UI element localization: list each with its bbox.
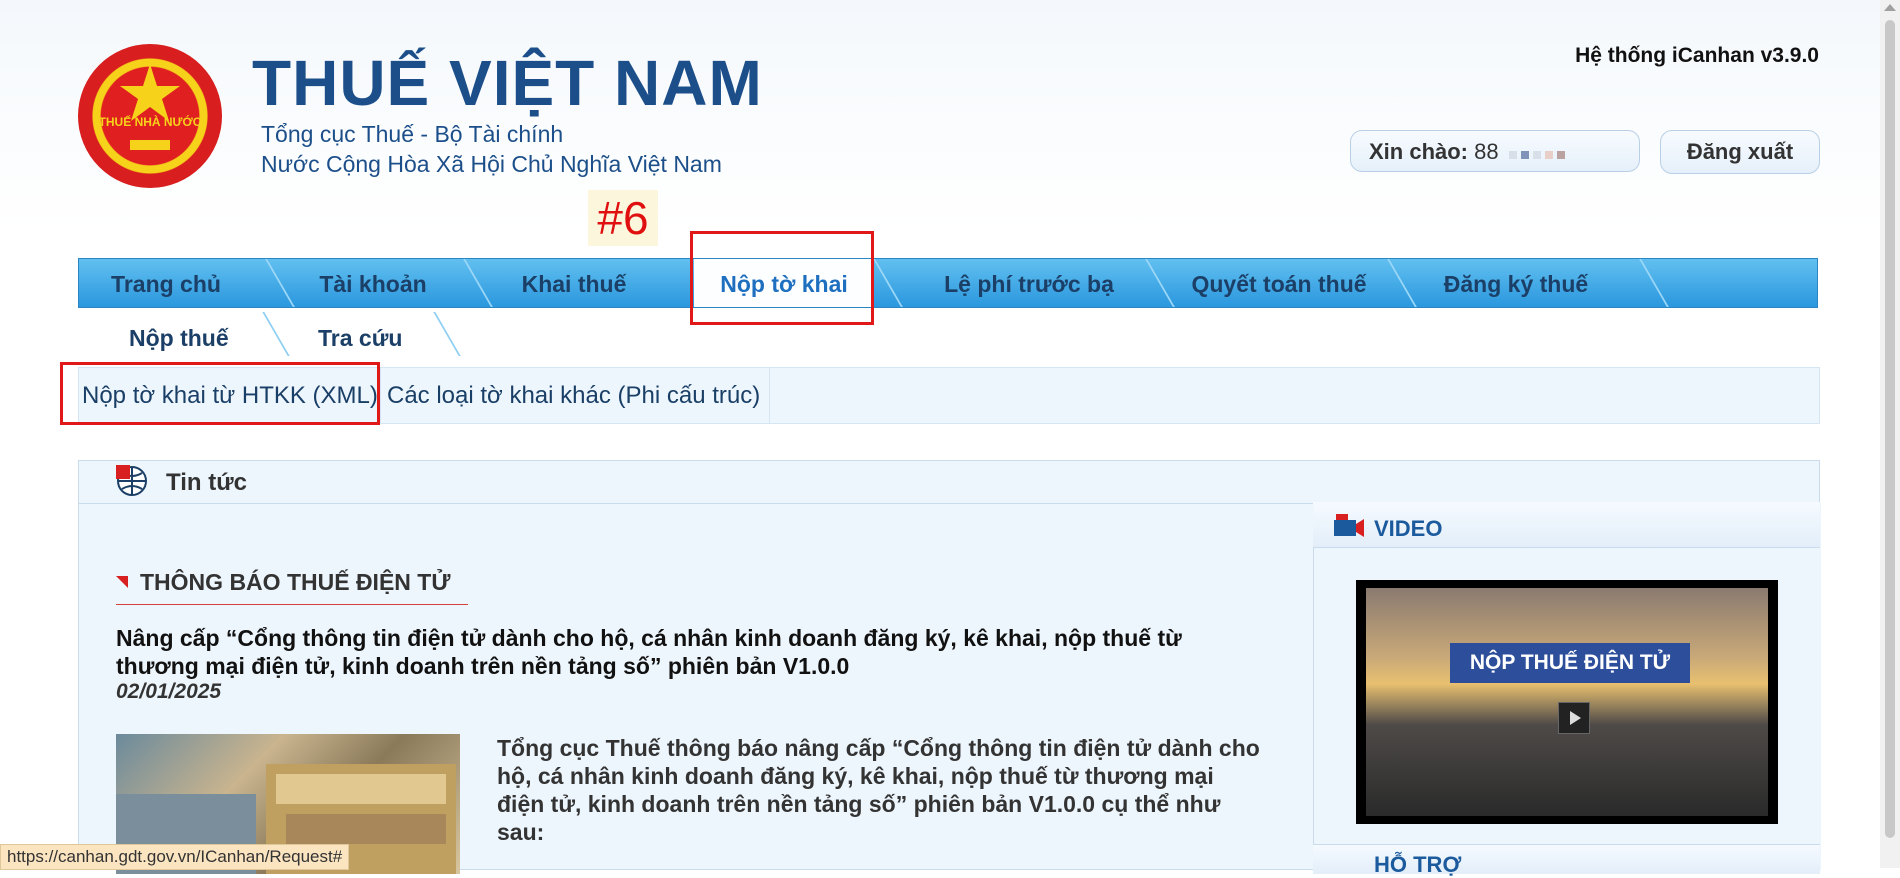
article-title[interactable]: Nâng cấp “Cổng thông tin điện tử dành ch… bbox=[116, 624, 1266, 680]
redacted-mark bbox=[1532, 151, 1541, 159]
news-section-title: Tin tức bbox=[166, 469, 247, 496]
news-panel-header bbox=[78, 460, 1820, 504]
logout-button[interactable]: Đăng xuất bbox=[1660, 130, 1820, 174]
video-thumbnail: NỘP THUẾ ĐIỆN TỬ bbox=[1366, 588, 1768, 816]
system-version: Hệ thống iCanhan v3.9.0 bbox=[1575, 44, 1819, 67]
video-camera-icon bbox=[1332, 512, 1366, 545]
site-subtitle-country: Nước Cộng Hòa Xã Hội Chủ Nghĩa Việt Nam bbox=[261, 151, 722, 177]
tax-emblem-logo: THUẾ NHÀ NƯỚC bbox=[78, 44, 222, 188]
site-title: THUẾ VIỆT NAM bbox=[252, 47, 763, 119]
play-icon[interactable] bbox=[1558, 702, 1590, 734]
redacted-mark bbox=[1520, 151, 1529, 159]
nav-item-account[interactable]: Tài khoản bbox=[291, 259, 455, 307]
subnav-item-pay-tax[interactable]: Nộp thuế bbox=[129, 325, 229, 352]
greeting-label: Xin chào: bbox=[1369, 139, 1469, 164]
article-summary: Tổng cục Thuế thông báo nâng cấp “Cổng t… bbox=[497, 735, 1260, 845]
article-date: 02/01/2025 bbox=[116, 680, 222, 703]
notice-category-title[interactable]: THÔNG BÁO THUẾ ĐIỆN TỬ bbox=[140, 569, 450, 596]
status-bar-url: https://canhan.gdt.gov.vn/ICanhan/Reques… bbox=[0, 844, 350, 870]
nav-item-declare-tax[interactable]: Khai thuế bbox=[489, 259, 659, 307]
site-subtitle-ministry: Tổng cục Thuế - Bộ Tài chính bbox=[261, 121, 564, 147]
redacted-mark bbox=[1556, 151, 1565, 159]
submenu-divider bbox=[769, 367, 770, 424]
flag-icon bbox=[116, 575, 128, 593]
vertical-scrollbar[interactable] bbox=[1880, 0, 1900, 868]
redacted-mark bbox=[1508, 151, 1517, 159]
scrollbar-thumb[interactable] bbox=[1885, 20, 1895, 838]
main-nav: Trang chủ Tài khoản Khai thuế Nộp tờ kha… bbox=[78, 258, 1818, 308]
nav-item-tax-finalization[interactable]: Quyết toán thuế bbox=[1169, 259, 1389, 307]
user-greeting: Xin chào: 88 bbox=[1350, 130, 1640, 172]
nav-item-registration-fee[interactable]: Lệ phí trước bạ bbox=[899, 259, 1159, 307]
nav-item-home[interactable]: Trang chủ bbox=[93, 259, 239, 307]
nav-item-tax-registration[interactable]: Đăng ký thuế bbox=[1411, 259, 1621, 307]
subnav-item-lookup[interactable]: Tra cứu bbox=[318, 325, 402, 352]
link-other-declarations[interactable]: Các loại tờ khai khác (Phi cấu trúc) bbox=[387, 382, 760, 410]
video-player[interactable]: NỘP THUẾ ĐIỆN TỬ bbox=[1356, 580, 1778, 824]
greeting-user: 88 bbox=[1474, 139, 1499, 164]
highlight-box-nav bbox=[690, 231, 874, 325]
video-banner-text: NỘP THUẾ ĐIỆN TỬ bbox=[1450, 643, 1690, 683]
submenu-divider bbox=[380, 367, 381, 424]
step-annotation: #6 bbox=[588, 190, 658, 246]
notice-underline bbox=[116, 604, 468, 605]
emblem-text: THUẾ NHÀ NƯỚC bbox=[99, 114, 202, 129]
redacted-mark bbox=[1544, 151, 1553, 159]
support-section-title: HỖ TRỢ bbox=[1374, 852, 1462, 877]
globe-news-icon bbox=[116, 465, 148, 502]
scroll-up-arrow-icon[interactable] bbox=[1884, 4, 1896, 11]
highlight-box-submenu bbox=[60, 362, 380, 425]
video-section-title: VIDEO bbox=[1374, 516, 1443, 541]
